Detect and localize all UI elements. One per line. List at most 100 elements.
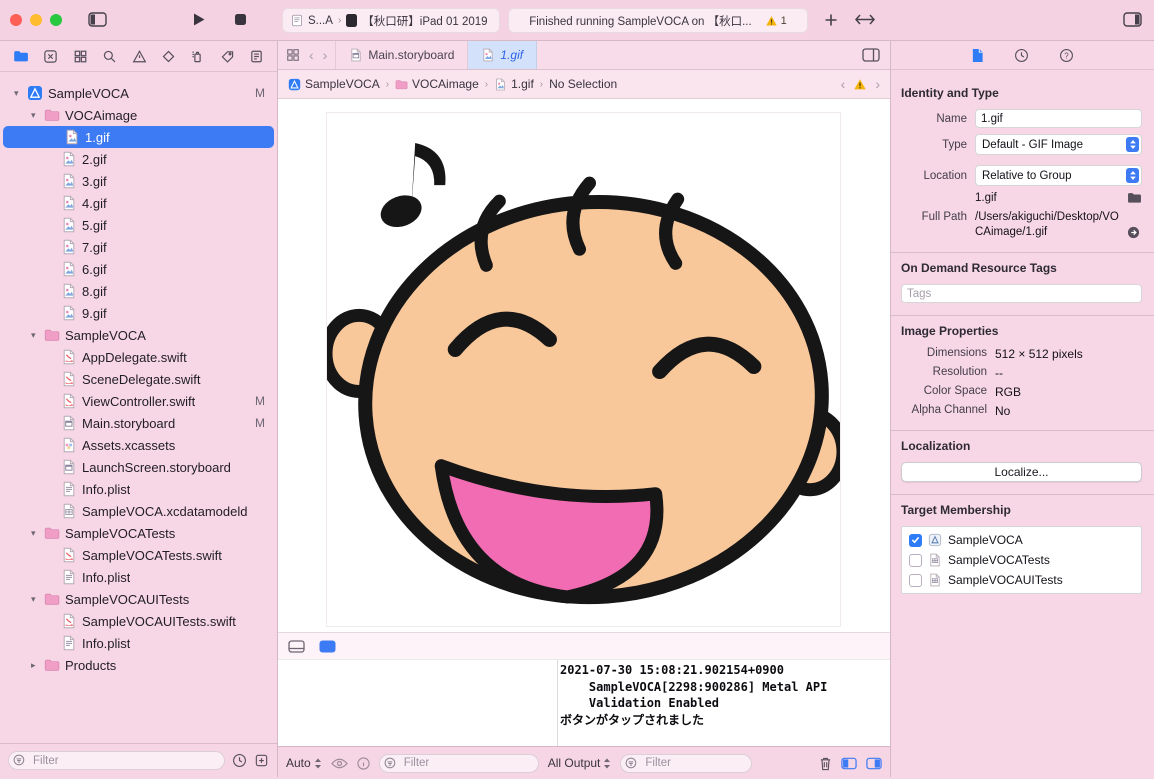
navigator-row-samplevocatests-swift[interactable]: SampleVOCATests.swift [0,544,277,566]
editor-tab-main-storyboard[interactable]: Main.storyboard [335,41,469,69]
navigator-row-info-plist[interactable]: Info.plist [0,566,277,588]
breadcrumb-vocaimage[interactable]: VOCAimage [395,77,479,91]
help-inspector-icon[interactable]: ? [1059,48,1074,63]
navigator-row-samplevocauitests[interactable]: ▾ SampleVOCAUITests [0,588,277,610]
target-checkbox[interactable] [909,553,922,567]
debug-area-divider[interactable] [557,660,558,746]
disclosure-right-icon[interactable]: ▸ [31,660,44,671]
breakpoint-navigator-icon[interactable] [219,48,236,65]
toggle-inspector-button[interactable] [1123,12,1142,27]
navigator-row-samplevoca-xcdatamodeld[interactable]: SampleVOCA.xcdatamodeld [0,500,277,522]
issue-back-button[interactable]: ‹ [841,76,846,92]
console-filter-input[interactable] [620,753,753,773]
navigator-row-5-gif[interactable]: 5.gif [0,214,277,236]
navigator-row-assets-xcassets[interactable]: Assets.xcassets [0,434,277,456]
test-navigator-icon[interactable] [160,48,177,65]
modified-badge: M [255,86,265,100]
hide-console-pane-icon[interactable] [866,757,882,770]
navigator-row-appdelegate-swift[interactable]: AppDelegate.swift [0,346,277,368]
target-checkbox[interactable] [909,573,922,587]
variables-view-toggle-icon[interactable] [288,639,305,653]
location-dropdown[interactable]: Relative to Group [975,165,1142,186]
navigator-row-3-gif[interactable]: 3.gif [0,170,277,192]
navigator-row-viewcontroller-swift[interactable]: ViewController.swift M [0,390,277,412]
breadcrumb-no-selection[interactable]: No Selection [549,77,617,91]
navigator-row-samplevocauitests-swift[interactable]: SampleVOCAUITests.swift [0,610,277,632]
debug-navigator-icon[interactable] [189,48,206,65]
close-window-button[interactable] [10,14,22,26]
navigator-row-scenedelegate-swift[interactable]: SceneDelegate.swift [0,368,277,390]
property-label: Color Space [923,385,987,397]
disclosure-down-icon[interactable]: ▾ [14,88,27,99]
toggle-navigator-button[interactable] [88,12,107,27]
issue-forward-button[interactable]: › [875,76,880,92]
clear-console-trash-icon[interactable] [819,756,832,771]
reveal-folder-icon[interactable] [1127,192,1142,204]
disclosure-down-icon[interactable]: ▾ [31,594,44,605]
console-filter-field[interactable] [620,753,753,773]
navigator-row-info-plist[interactable]: Info.plist [0,478,277,500]
history-forward-button[interactable]: › [323,47,328,63]
navigator-row-8-gif[interactable]: 8.gif [0,280,277,302]
navigator-row-info-plist[interactable]: Info.plist [0,632,277,654]
project-navigator-icon[interactable] [12,47,30,65]
navigator-row-samplevocatests[interactable]: ▾ SampleVOCATests [0,522,277,544]
type-dropdown[interactable]: Default - GIF Image [975,134,1142,155]
navigator-row-launchscreen-storyboard[interactable]: LaunchScreen.storyboard [0,456,277,478]
file-inspector-icon[interactable] [971,48,984,63]
scheme-selector[interactable]: S...A › 【秋口研】iPad 01 2019 [282,8,500,33]
source-control-navigator-icon[interactable] [42,48,59,65]
recent-files-filter-icon[interactable] [232,753,247,768]
navigator-filter-input[interactable] [8,751,225,770]
history-inspector-icon[interactable] [1014,48,1029,63]
add-editor-button[interactable] [852,48,890,62]
symbol-navigator-icon[interactable] [72,48,89,65]
console-output[interactable]: 2021-07-30 15:08:21.902154+0900 SampleVO… [560,662,888,746]
editor-tab-1-gif[interactable]: 1.gif [468,41,538,69]
editor-arrows-button[interactable] [854,13,876,26]
open-path-arrow-icon[interactable] [1127,226,1140,239]
navigator-row-9-gif[interactable]: 9.gif [0,302,277,324]
variables-filter-field[interactable] [378,753,539,773]
warning-badge[interactable]: 1 [765,15,787,27]
navigator-row-vocaimage[interactable]: ▾ VOCAimage [0,104,277,126]
run-button[interactable] [192,12,206,27]
disclosure-down-icon[interactable]: ▾ [31,110,44,121]
info-icon[interactable] [357,756,370,770]
report-navigator-icon[interactable] [248,48,265,65]
variables-scope-popup[interactable]: Auto [286,756,322,770]
hide-variables-pane-icon[interactable] [841,757,857,770]
jumpbar-warning-icon[interactable] [853,78,867,91]
tab-overview-icon[interactable] [286,48,300,62]
breadcrumb-1-gif[interactable]: 1.gif [494,77,534,91]
variables-filter-input[interactable] [378,753,539,773]
navigator-row-2-gif[interactable]: 2.gif [0,148,277,170]
navigator-row-main-storyboard[interactable]: Main.storyboard M [0,412,277,434]
quicklook-eye-icon[interactable] [330,758,348,769]
source-control-status-filter-icon[interactable] [254,753,269,768]
navigator-row-1-gif[interactable]: 1.gif [3,126,274,148]
target-checkbox[interactable] [909,533,922,547]
disclosure-down-icon[interactable]: ▾ [31,528,44,539]
navigator-row-7-gif[interactable]: 7.gif [0,236,277,258]
localize-button[interactable]: Localize... [901,462,1142,482]
fullscreen-window-button[interactable] [50,14,62,26]
tags-field[interactable] [901,284,1142,303]
navigator-row-4-gif[interactable]: 4.gif [0,192,277,214]
history-back-button[interactable]: ‹ [309,47,314,63]
disclosure-down-icon[interactable]: ▾ [31,330,44,341]
stop-button[interactable] [234,13,247,26]
minimize-window-button[interactable] [30,14,42,26]
navigator-row-samplevoca[interactable]: ▾ SampleVOCA M [0,82,277,104]
navigator-row-6-gif[interactable]: 6.gif [0,258,277,280]
navigator-filter-field[interactable] [8,751,225,770]
console-output-popup[interactable]: All Output [548,756,612,770]
add-editor-library-button[interactable] [824,13,838,27]
console-toggle-icon[interactable] [319,640,336,653]
issue-navigator-icon[interactable] [131,48,148,65]
navigator-row-samplevoca[interactable]: ▾ SampleVOCA [0,324,277,346]
navigator-row-products[interactable]: ▸ Products [0,654,277,676]
find-navigator-icon[interactable] [101,48,118,65]
name-field[interactable] [975,109,1142,128]
breadcrumb-samplevoca[interactable]: SampleVOCA [288,77,380,91]
